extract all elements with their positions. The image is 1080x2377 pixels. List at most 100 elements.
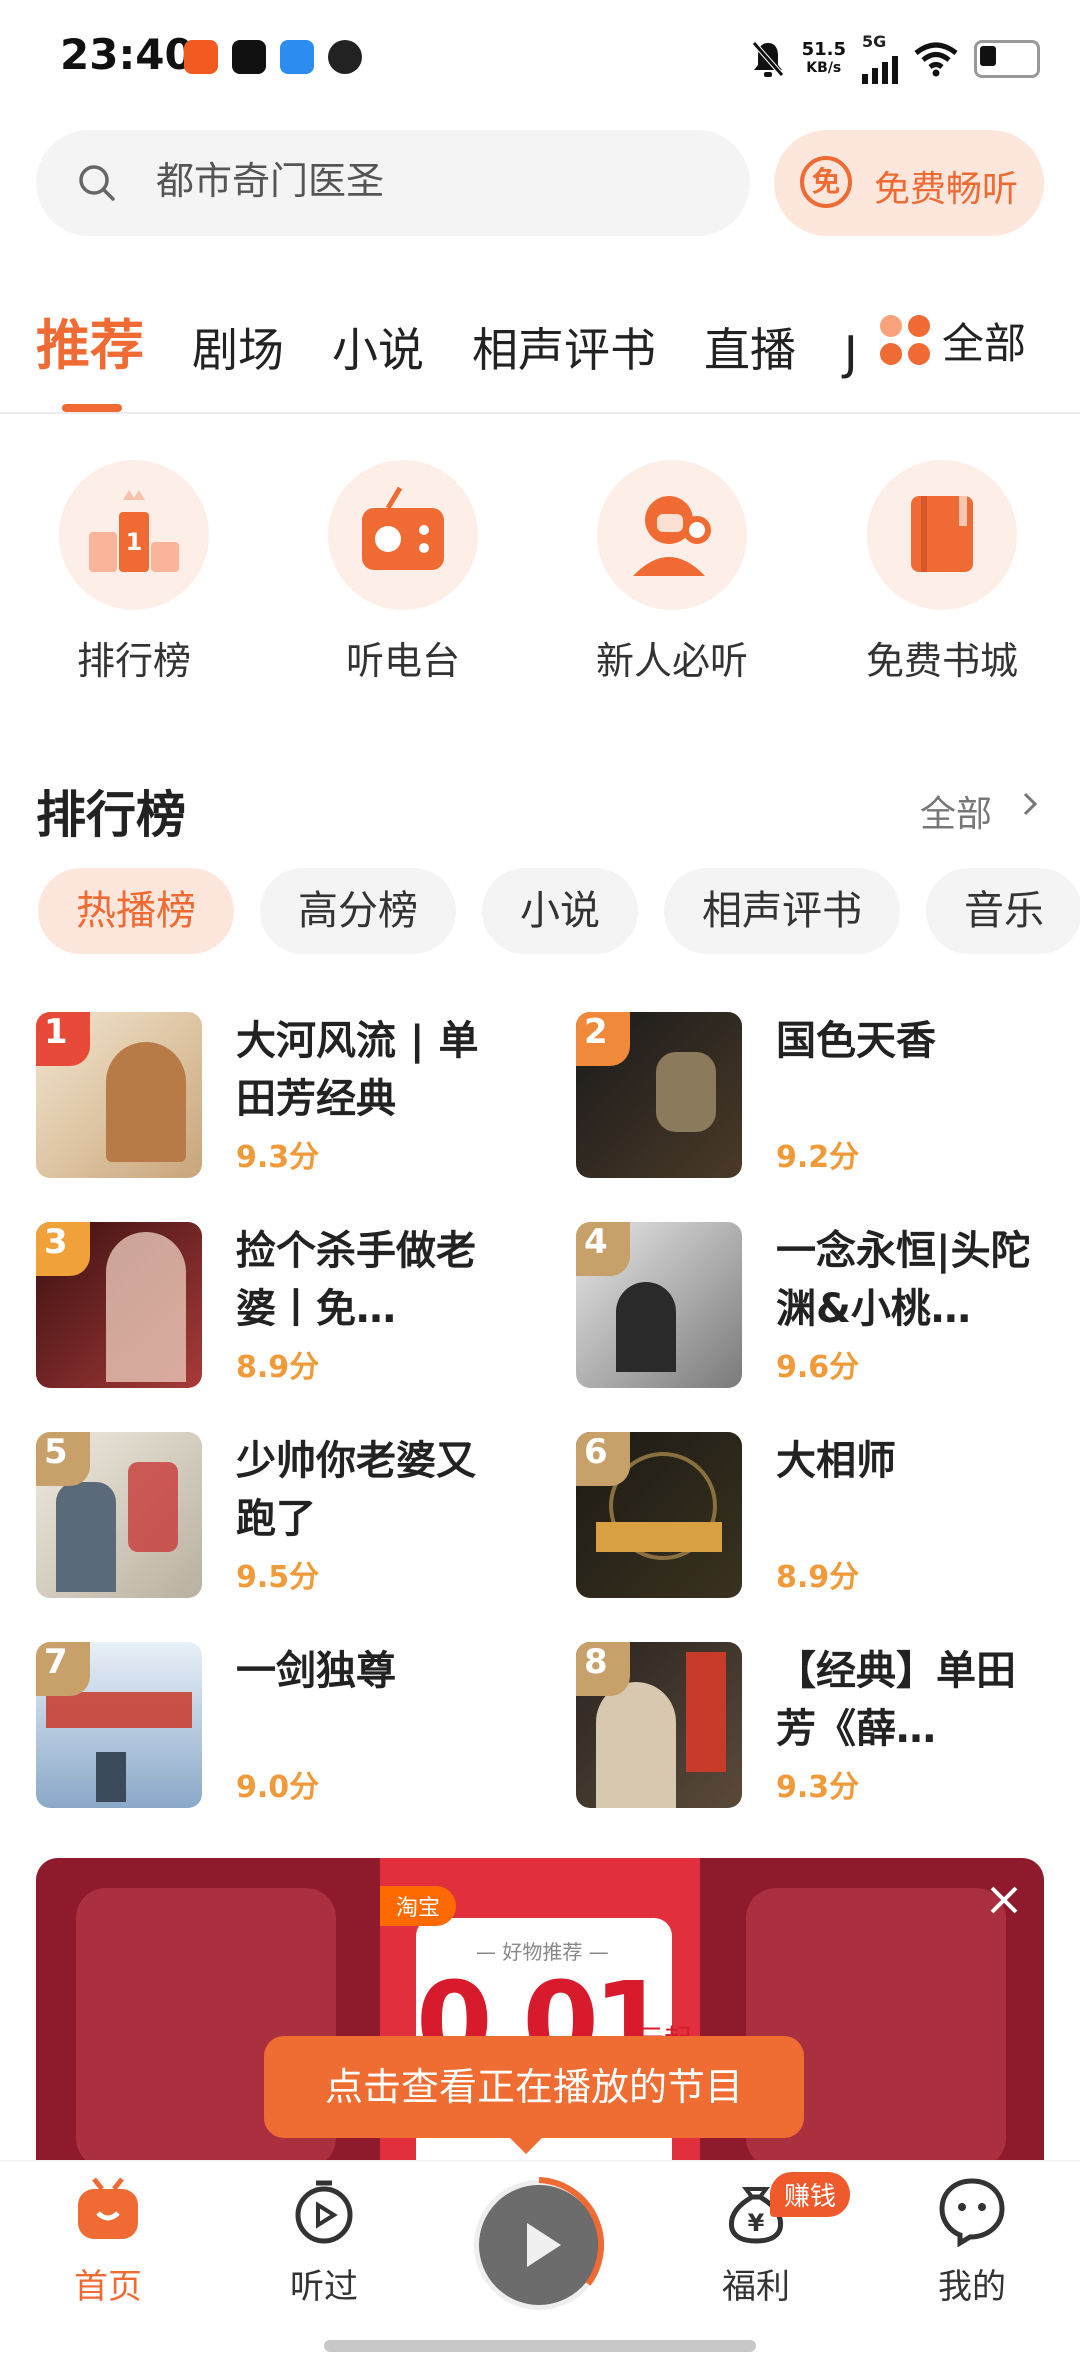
- ranking-item-3[interactable]: 3 捡个杀手做老婆丨免… 8.9分: [36, 1222, 536, 1392]
- ranking-item-title: 国色天香: [776, 1018, 936, 1064]
- ranking-item-score: 8.9分: [236, 1350, 320, 1385]
- ranking-item-title: 捡个杀手做老婆丨免…: [236, 1228, 476, 1332]
- all-categories-label: 全部: [942, 318, 1027, 368]
- quick-entry-label: 听电台: [345, 639, 460, 683]
- home-tv-icon: [78, 2177, 138, 2239]
- grid-dots-icon: [880, 315, 930, 365]
- ranking-item-title: 大相师: [776, 1438, 896, 1484]
- nav-home[interactable]: 首页: [28, 2175, 188, 2308]
- category-tabs: 推荐 剧场 小说 相声评书 直播 J: [36, 300, 858, 380]
- ranking-item-title: 一念永恒|头陀渊&小桃…: [776, 1228, 1031, 1332]
- radio-icon: [328, 460, 478, 610]
- ranking-section-title: 排行榜: [36, 786, 186, 844]
- free-listen-label: 免费畅听: [874, 169, 1019, 210]
- free-icon: 免: [800, 156, 852, 208]
- ranking-item-1[interactable]: 1 大河风流 | 单田芳经典 9.3分: [36, 1012, 536, 1182]
- ranking-see-all[interactable]: 全部: [920, 785, 992, 837]
- tab-crosstalk[interactable]: 相声评书: [472, 314, 656, 380]
- rank-number-badge: 2: [576, 1012, 630, 1066]
- close-icon[interactable]: [984, 1880, 1024, 1920]
- nav-history[interactable]: 听过: [244, 2175, 404, 2308]
- ranking-filter-chips: 热播榜 高分榜 小说 相声评书 音乐: [38, 868, 1080, 954]
- tab-partial[interactable]: J: [844, 326, 858, 380]
- timer-play-icon: [295, 2180, 353, 2244]
- free-listen-button[interactable]: 免 免费畅听: [774, 130, 1044, 236]
- play-progress-ring: [538, 2177, 605, 2286]
- nav-profile[interactable]: 我的: [892, 2175, 1052, 2308]
- ranking-item-7[interactable]: 7 一剑独尊 9.0分: [36, 1642, 536, 1812]
- all-categories-button[interactable]: 全部: [880, 300, 1080, 380]
- status-indicators: 51.5 KB/s 5G: [750, 34, 1040, 84]
- ranking-item-title: 大河风流 | 单田芳经典: [236, 1018, 479, 1122]
- nav-label: 听过: [290, 2267, 358, 2307]
- rank-number-badge: 5: [36, 1432, 90, 1486]
- book-icon: [867, 460, 1017, 610]
- wifi-icon: [914, 42, 958, 77]
- ranking-item-score: 9.2分: [776, 1140, 860, 1175]
- nav-label: 我的: [938, 2267, 1006, 2307]
- tab-recommend[interactable]: 推荐: [36, 301, 144, 380]
- chip-novel[interactable]: 小说: [482, 868, 638, 954]
- nav-label: 福利: [722, 2267, 790, 2307]
- battery-icon: [974, 40, 1040, 78]
- now-playing-tooltip[interactable]: 点击查看正在播放的节目: [264, 2036, 804, 2154]
- chevron-right-icon[interactable]: [1018, 792, 1042, 816]
- quick-entry-label: 免费书城: [865, 639, 1018, 683]
- signal-icon: 5G: [862, 34, 898, 84]
- ting-app-icon: [184, 40, 218, 74]
- ranking-podium-icon: 1: [59, 460, 209, 610]
- tiktok-app-icon: [232, 40, 266, 74]
- notification-app-icons: [184, 40, 362, 74]
- now-playing-tooltip-text: 点击查看正在播放的节目: [324, 2065, 743, 2109]
- search-icon: [79, 165, 115, 201]
- rank-number-badge: 6: [576, 1432, 630, 1486]
- status-time: 23:40: [60, 30, 194, 79]
- ranking-item-score: 9.3分: [776, 1770, 860, 1805]
- status-bar: 23:40 51.5 KB/s 5G: [0, 0, 1080, 115]
- chip-high-score[interactable]: 高分榜: [260, 868, 456, 954]
- chip-hot[interactable]: 热播榜: [38, 868, 234, 954]
- quick-entry-radio[interactable]: 听电台: [303, 460, 503, 685]
- tab-novel[interactable]: 小说: [332, 314, 424, 380]
- ranking-item-score: 9.6分: [776, 1350, 860, 1385]
- bell-off-icon: [751, 41, 784, 77]
- search-bar[interactable]: 都市奇门医圣: [36, 130, 750, 236]
- active-tab-indicator: [62, 404, 122, 412]
- ranking-item-score: 9.3分: [236, 1140, 320, 1175]
- tabs-divider: [0, 412, 1080, 414]
- tab-live[interactable]: 直播: [704, 314, 796, 380]
- quick-entry-free-books[interactable]: 免费书城: [842, 460, 1042, 685]
- rank-number-badge: 3: [36, 1222, 90, 1276]
- nav-label: 首页: [74, 2267, 142, 2307]
- rank-number-badge: 1: [36, 1012, 90, 1066]
- svg-text:1: 1: [126, 528, 143, 556]
- tab-theater[interactable]: 剧场: [192, 314, 284, 380]
- qq-app-icon: [328, 40, 362, 74]
- quick-entry-label: 排行榜: [76, 639, 191, 683]
- rank-number-badge: 7: [36, 1642, 90, 1696]
- ranking-item-2[interactable]: 2 国色天香 9.2分: [576, 1012, 1076, 1182]
- rank-number-badge: 8: [576, 1642, 630, 1696]
- rank-number-badge: 4: [576, 1222, 630, 1276]
- ranking-item-score: 9.5分: [236, 1560, 320, 1595]
- ranking-item-score: 8.9分: [776, 1560, 860, 1595]
- chat-app-icon: [280, 40, 314, 74]
- quick-entry-newcomer[interactable]: 新人必听: [572, 460, 772, 685]
- chip-crosstalk[interactable]: 相声评书: [664, 868, 900, 954]
- quick-entry-label: 新人必听: [595, 639, 748, 683]
- ranking-item-4[interactable]: 4 一念永恒|头陀渊&小桃… 9.6分: [576, 1222, 1076, 1392]
- ranking-item-6[interactable]: 6 大相师 8.9分: [576, 1432, 1076, 1602]
- chat-face-icon: [939, 2178, 1005, 2248]
- quick-entry-ranking[interactable]: 1 排行榜: [34, 460, 234, 685]
- home-indicator: [324, 2340, 756, 2352]
- ranking-item-5[interactable]: 5 少帅你老婆又跑了 9.5分: [36, 1432, 536, 1602]
- ranking-item-title: 一剑独尊: [236, 1648, 396, 1694]
- earn-money-badge: 赚钱: [770, 2172, 851, 2217]
- chip-music[interactable]: 音乐: [926, 868, 1080, 954]
- headset-user-icon: [597, 460, 747, 610]
- ranking-item-title: 少帅你老婆又跑了: [236, 1438, 476, 1542]
- ranking-item-8[interactable]: 8 【经典】单田芳《薛… 9.3分: [576, 1642, 1076, 1812]
- ad-brand-tag: 淘宝: [380, 1886, 457, 1926]
- network-speed: 51.5 KB/s: [801, 39, 846, 77]
- svg-text:¥: ¥: [748, 2209, 765, 2237]
